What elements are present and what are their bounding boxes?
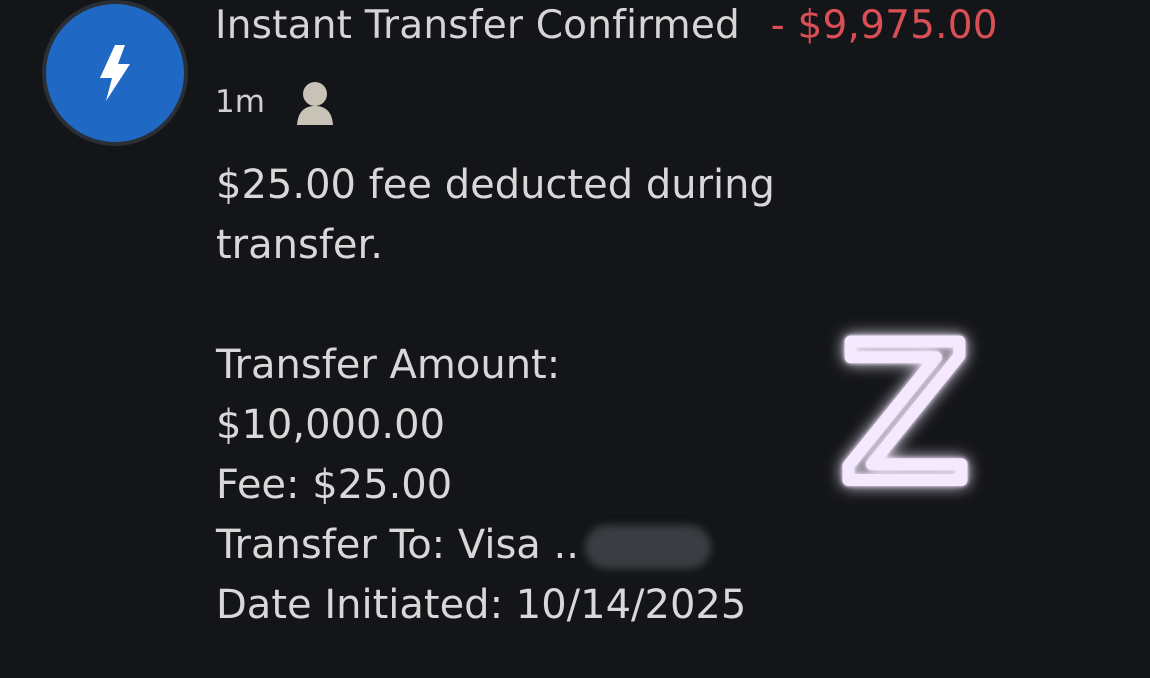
redacted-card-number <box>584 525 711 569</box>
fee-detail: Fee: $25.00 <box>216 462 453 508</box>
notification-body: $25.00 fee deducted during transfer. Tra… <box>216 155 866 635</box>
notification-title-row: Instant Transfer Confirmed - $9,975.00 <box>215 0 998 54</box>
notification-meta: 1m <box>215 76 336 128</box>
transfer-amount-label: Transfer Amount: <box>216 342 561 388</box>
lightning-bolt-icon <box>100 45 130 101</box>
date-initiated: Date Initiated: 10/14/2025 <box>216 582 747 628</box>
fee-message-line-2: transfer. <box>216 222 384 268</box>
transfer-destination: Transfer To: Visa .. <box>216 515 866 575</box>
transfer-amount-value: $10,000.00 <box>216 402 446 448</box>
glowing-z-sticker: Z <box>834 298 976 531</box>
notification-title: Instant Transfer Confirmed <box>215 3 741 48</box>
transfer-net-amount: - $9,975.00 <box>770 3 998 48</box>
sticker-letter: Z <box>840 304 970 525</box>
person-icon <box>296 82 333 125</box>
transfer-avatar <box>46 4 184 142</box>
transfer-to-text: Transfer To: Visa .. <box>216 522 579 568</box>
transfer-notification[interactable]: Instant Transfer Confirmed - $9,975.00 1… <box>0 0 1150 678</box>
fee-message-line-1: $25.00 fee deducted during <box>216 162 775 208</box>
notification-time: 1m <box>215 84 265 120</box>
